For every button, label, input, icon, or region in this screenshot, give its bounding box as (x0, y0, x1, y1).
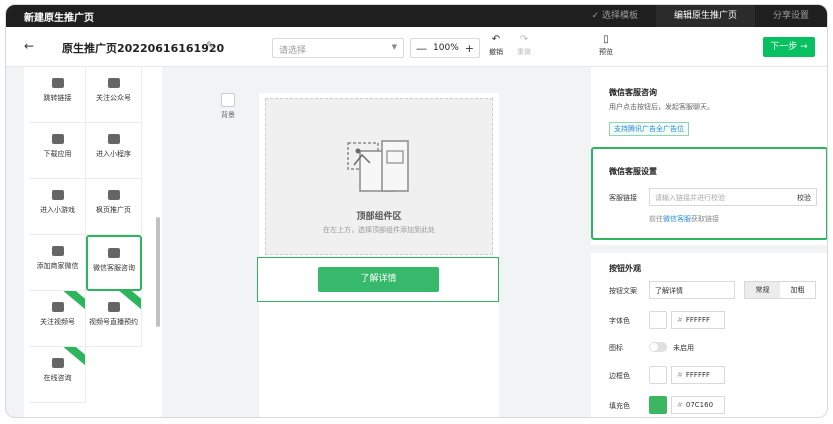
verify-button[interactable]: 校验 (797, 193, 811, 203)
editor-toolbar: ← 原生推广页20220616161920 ✎ 请选择 ▼ — 100% + ↶… (6, 27, 827, 67)
settings-panel: 微信客服咨询 用户点击按钮后，发起客服聊天。 支持腾讯广告全广告位 微信客服设置… (591, 67, 827, 417)
cs-link-input[interactable]: 请输入链接并进行校验 校验 (649, 188, 817, 206)
font-color-swatch[interactable] (649, 311, 667, 329)
fill-color-swatch[interactable] (649, 396, 667, 414)
font-weight-toggle: 常规 加粗 (744, 281, 816, 299)
component-landing-page[interactable]: 枫页推广页 (86, 179, 142, 235)
fill-color-label: 填充色 (609, 402, 630, 410)
window-title: 新建原生推广页 (24, 13, 94, 24)
app-window: 新建原生推广页 ✓ 选择模板 编辑原生推广页 分享设置 ← 原生推广页20220… (5, 4, 828, 418)
icon-toggle[interactable] (649, 342, 667, 352)
step-nav: ✓ 选择模板 编辑原生推广页 分享设置 (574, 5, 827, 27)
border-color-input[interactable]: # FFFFFF (671, 366, 725, 384)
step-edit-page[interactable]: 编辑原生推广页 (655, 5, 755, 27)
component-mini-game[interactable]: 进入小游戏 (30, 179, 86, 235)
new-ribbon-badge (62, 291, 85, 312)
channels-icon (51, 302, 64, 312)
learn-more-button[interactable]: 了解详情 (318, 267, 439, 292)
wechat-service-link[interactable]: 微信客服 (663, 215, 691, 223)
back-arrow-icon[interactable]: ← (24, 39, 34, 53)
new-ribbon-badge (118, 291, 141, 312)
link-icon (51, 78, 64, 88)
mini-game-icon (51, 190, 64, 200)
chat-icon (51, 358, 64, 368)
icon-toggle-state: 未启用 (673, 344, 694, 352)
intro-description: 用户点击按钮后，发起客服聊天。 (609, 103, 714, 111)
border-color-label: 边框色 (609, 372, 630, 380)
cs-settings-title: 微信客服设置 (609, 167, 657, 176)
component-panel: 跳转链接 关注公众号 下载应用 进入小程序 进入小游戏 枫页推广页 添加商家微信 (24, 67, 162, 417)
customer-service-icon (108, 248, 120, 258)
section-divider (591, 245, 827, 253)
font-color-label: 字体色 (609, 317, 630, 325)
cs-hint: 前往微信客服获取链接 (649, 215, 719, 223)
intro-title: 微信客服咨询 (609, 88, 657, 97)
toggle-knob (650, 343, 658, 351)
component-add-wechat[interactable]: 添加商家微信 (30, 235, 86, 291)
top-component-zone[interactable]: 顶部组件区 在左上方，选择顶部组件添加到此处 (265, 98, 493, 255)
appearance-title: 按钮外观 (609, 264, 641, 273)
undo-icon: ↶ (491, 34, 501, 45)
pencil-icon[interactable]: ✎ (206, 39, 215, 52)
step-select-template[interactable]: ✓ 选择模板 (574, 5, 656, 27)
page-select[interactable]: 请选择 ▼ (272, 38, 404, 58)
zoom-out-button[interactable]: — (416, 42, 427, 55)
redo-button[interactable]: ↷ 重做 (512, 34, 536, 57)
preview-button[interactable]: ▯ 预览 (594, 34, 618, 57)
page-select-placeholder: 请选择 (279, 46, 307, 56)
chevron-down-icon: ▼ (391, 43, 397, 51)
background-button[interactable]: 背景 (214, 93, 242, 120)
ad-placement-tag[interactable]: 支持腾讯广告全广告位 (609, 122, 689, 136)
component-follow-official[interactable]: 关注公众号 (86, 67, 142, 123)
mini-program-icon (107, 134, 120, 144)
component-wechat-service[interactable]: 微信客服咨询 (86, 235, 142, 291)
top-bar: 新建原生推广页 ✓ 选择模板 编辑原生推广页 分享设置 (6, 5, 827, 27)
button-text-input[interactable]: 了解详情 (649, 281, 735, 299)
zoom-in-button[interactable]: + (465, 42, 474, 55)
component-jump-link[interactable]: 跳转链接 (30, 67, 86, 123)
download-icon (51, 134, 64, 144)
grid-icon (107, 190, 120, 200)
font-color-input[interactable]: # FFFFFF (671, 311, 725, 329)
page-title: 原生推广页20220616161920 (62, 42, 225, 55)
placeholder-image-icon (347, 140, 409, 192)
component-online-consult[interactable]: 在线咨询 (30, 347, 86, 403)
step-share-settings[interactable]: 分享设置 (755, 5, 827, 27)
weight-normal-option[interactable]: 常规 (745, 282, 780, 298)
weight-bold-option[interactable]: 加粗 (780, 282, 815, 298)
official-account-icon (107, 78, 120, 88)
component-mini-program[interactable]: 进入小程序 (86, 123, 142, 179)
top-zone-hint: 在左上方，选择顶部组件添加到此处 (323, 226, 435, 234)
component-follow-channels[interactable]: 关注视频号 (30, 291, 86, 347)
zoom-control: — 100% + (410, 38, 480, 58)
redo-icon: ↷ (519, 34, 529, 45)
component-panel-scrollbar[interactable] (156, 217, 160, 327)
phone-canvas: 顶部组件区 在左上方，选择顶部组件添加到此处 (259, 93, 499, 417)
wechat-icon (51, 246, 64, 256)
button-text-label: 按钮文案 (609, 287, 637, 295)
top-zone-title: 顶部组件区 (356, 212, 402, 222)
zoom-level: 100% (433, 43, 459, 53)
cs-link-label: 客服链接 (609, 194, 637, 202)
new-ribbon-badge (62, 347, 85, 368)
border-color-swatch[interactable] (649, 366, 667, 384)
fill-color-input[interactable]: #07C160 (671, 396, 725, 414)
icon-label: 图标 (609, 344, 623, 352)
undo-button[interactable]: ↶ 撤销 (484, 34, 508, 57)
background-swatch-icon (221, 93, 235, 107)
phone-icon: ▯ (603, 34, 609, 45)
button-component-zone[interactable]: 了解详情 (257, 257, 499, 302)
component-live-reservation[interactable]: 视频号直播预约 (86, 291, 142, 347)
next-step-button[interactable]: 下一步 → (763, 37, 815, 57)
component-download-app[interactable]: 下载应用 (30, 123, 86, 179)
live-icon (107, 302, 120, 312)
